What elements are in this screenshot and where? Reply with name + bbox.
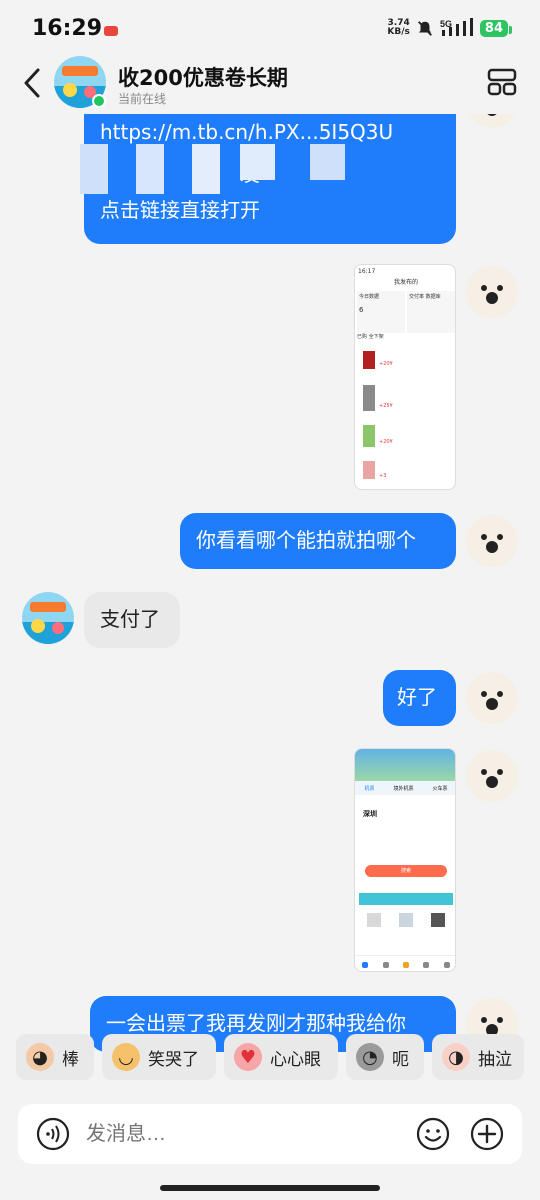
net-speed: 3.74 KB/s bbox=[387, 18, 410, 37]
status-bar: 16:29 3.74 KB/s 5G 84 bbox=[0, 0, 540, 56]
chip-label: 棒 bbox=[62, 1049, 79, 1070]
message-bubble[interactable]: 好了 bbox=[383, 670, 456, 726]
laughing-dog-icon: ◡ bbox=[112, 1043, 140, 1071]
chip-label: 笑哭了 bbox=[148, 1049, 199, 1070]
privacy-mosaic bbox=[240, 144, 380, 180]
contact-avatar[interactable] bbox=[22, 592, 74, 644]
message-text: 一会出票了我再发刚才那种我给你 bbox=[106, 1011, 406, 1035]
image-message-screenshot[interactable]: 机票 境外机票 火车票 深圳 搜索 bbox=[354, 748, 456, 972]
bell-muted-icon bbox=[417, 21, 432, 36]
chip-label: 抽泣 bbox=[478, 1049, 512, 1070]
privacy-mosaic bbox=[80, 144, 220, 194]
thumb-card: 交付率 数据库 bbox=[407, 291, 455, 333]
quick-reply-chip[interactable]: ◔ 呃 bbox=[346, 1034, 424, 1080]
quick-reply-chip[interactable]: ♥ 心心眼 bbox=[224, 1034, 338, 1080]
signal-icon: 5G bbox=[440, 18, 473, 36]
my-avatar[interactable] bbox=[466, 515, 518, 567]
my-avatar[interactable] bbox=[466, 672, 518, 724]
quick-reply-bar: ◕ 棒 ◡ 笑哭了 ♥ 心心眼 ◔ 呃 ◑ 抽泣 bbox=[0, 1034, 540, 1084]
battery-indicator: 84 bbox=[479, 19, 513, 37]
grid-menu-button[interactable] bbox=[486, 66, 518, 98]
contact-name: 收200优惠卷长期 bbox=[118, 66, 288, 90]
app-notification-icon bbox=[104, 26, 118, 36]
contact-status: 当前在线 bbox=[118, 92, 167, 106]
quick-reply-chip[interactable]: ◡ 笑哭了 bbox=[102, 1034, 216, 1080]
my-avatar[interactable] bbox=[466, 750, 518, 802]
message-bubble[interactable]: 支付了 bbox=[84, 592, 180, 648]
quick-reply-chip[interactable]: ◑ 抽泣 bbox=[432, 1034, 524, 1080]
crying-cat-icon: ◑ bbox=[442, 1043, 470, 1071]
cat-face-icon: ◕ bbox=[26, 1043, 54, 1071]
emoji-icon[interactable] bbox=[416, 1117, 450, 1151]
image-message-screenshot[interactable]: 16:17 我发布的 今日数据 6 交付率 数据库 已购 全下架 +20¥ +2… bbox=[354, 264, 456, 490]
my-avatar[interactable] bbox=[466, 266, 518, 318]
quick-reply-chip[interactable]: ◕ 棒 bbox=[16, 1034, 94, 1080]
chat-header: 收200优惠卷长期 当前在线 bbox=[0, 56, 540, 114]
heart-eyes-icon: ♥ bbox=[234, 1043, 262, 1071]
back-button[interactable] bbox=[16, 66, 50, 100]
home-indicator[interactable] bbox=[160, 1185, 380, 1191]
message-input[interactable] bbox=[86, 1104, 386, 1164]
status-time: 16:29 bbox=[32, 16, 103, 41]
message-input-bar bbox=[18, 1104, 522, 1164]
message-bubble[interactable]: 你看看哪个能拍就拍哪个 bbox=[180, 513, 456, 569]
online-indicator bbox=[92, 94, 106, 108]
voice-input-icon[interactable] bbox=[36, 1117, 70, 1151]
message-line: 点击链接直接打开 bbox=[100, 198, 260, 222]
chip-label: 心心眼 bbox=[270, 1049, 321, 1070]
message-text: 支付了 bbox=[100, 607, 160, 631]
thumb-card: 今日数据 6 bbox=[357, 291, 405, 333]
thumb-banner bbox=[355, 749, 455, 781]
message-link-line[interactable]: https://m.tb.cn/h.PX...5I5Q3U bbox=[100, 118, 440, 146]
plus-icon[interactable] bbox=[470, 1117, 504, 1151]
status-icons: 3.74 KB/s 5G 84 bbox=[387, 18, 513, 38]
message-text: 好了 bbox=[397, 685, 437, 709]
gray-cat-icon: ◔ bbox=[356, 1043, 384, 1071]
message-text: 你看看哪个能拍就拍哪个 bbox=[196, 528, 416, 552]
chip-label: 呃 bbox=[392, 1049, 409, 1070]
